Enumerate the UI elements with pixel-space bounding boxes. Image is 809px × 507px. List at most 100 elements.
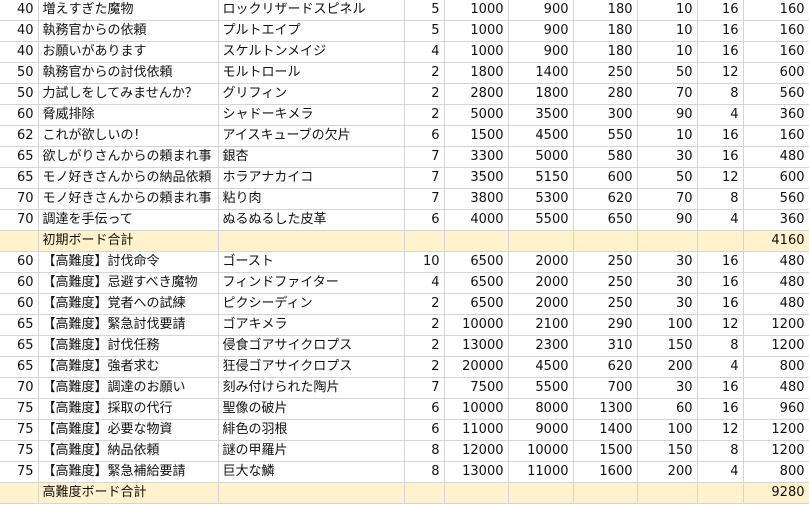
cell-exp[interactable]: 2000 — [508, 272, 574, 294]
empty-cell[interactable] — [508, 230, 574, 252]
cell-gold[interactable]: 3500 — [444, 167, 509, 189]
cell-exp[interactable]: 8000 — [508, 398, 574, 420]
empty-cell[interactable] — [697, 230, 744, 252]
cell-bp-count[interactable]: 16 — [697, 20, 744, 42]
cell-level[interactable]: 65 — [0, 335, 39, 357]
cell-quest-name[interactable]: 執務官からの依頼 — [38, 20, 219, 42]
cell-quest-name[interactable]: 【高難度】忌避すべき魔物 — [38, 272, 219, 294]
cell-count[interactable]: 6 — [404, 209, 445, 231]
cell-bp-count[interactable]: 8 — [697, 440, 744, 462]
empty-cell[interactable] — [404, 482, 445, 504]
cell-bp-total[interactable]: 480 — [743, 272, 809, 294]
cell-bp-count[interactable]: 16 — [697, 41, 744, 63]
cell-level[interactable]: 75 — [0, 461, 39, 483]
cell-bp-count[interactable]: 16 — [697, 293, 744, 315]
cell-count[interactable]: 2 — [404, 314, 445, 336]
cell-quest-name[interactable]: 欲しがりさんからの頼まれ事 — [38, 146, 219, 168]
cell-bp[interactable]: 30 — [637, 377, 698, 399]
cell-quest-name[interactable]: 調達を手伝って — [38, 209, 219, 231]
cell-target[interactable]: フィンドファイター — [218, 272, 405, 294]
cell-rim[interactable]: 250 — [573, 272, 638, 294]
cell-count[interactable]: 2 — [404, 62, 445, 84]
cell-exp[interactable]: 900 — [508, 0, 574, 21]
cell-gold[interactable]: 2800 — [444, 83, 509, 105]
cell-exp[interactable]: 9000 — [508, 419, 574, 441]
cell-gold[interactable]: 1000 — [444, 0, 509, 21]
cell-level[interactable]: 50 — [0, 83, 39, 105]
cell-bp[interactable]: 10 — [637, 20, 698, 42]
cell-gold[interactable]: 12000 — [444, 440, 509, 462]
cell-exp[interactable]: 5500 — [508, 377, 574, 399]
empty-cell[interactable] — [444, 482, 509, 504]
cell-target[interactable]: ゴースト — [218, 251, 405, 273]
cell-bp[interactable]: 100 — [637, 419, 698, 441]
cell-target[interactable]: ぬるぬるした皮革 — [218, 209, 405, 231]
cell-target[interactable]: アイスキューブの欠片 — [218, 125, 405, 147]
cell-target[interactable]: 聖像の破片 — [218, 398, 405, 420]
total-value[interactable]: 9280 — [743, 482, 809, 504]
cell-rim[interactable]: 620 — [573, 356, 638, 378]
cell-rim[interactable]: 1600 — [573, 461, 638, 483]
cell-bp-count[interactable]: 8 — [697, 83, 744, 105]
cell-count[interactable]: 5 — [404, 0, 445, 21]
cell-target[interactable]: 巨大な鱗 — [218, 461, 405, 483]
cell-exp[interactable]: 900 — [508, 20, 574, 42]
cell-count[interactable]: 2 — [404, 83, 445, 105]
cell-exp[interactable]: 5150 — [508, 167, 574, 189]
cell-exp[interactable]: 1800 — [508, 83, 574, 105]
cell-rim[interactable]: 280 — [573, 83, 638, 105]
cell-quest-name[interactable]: 【高難度】緊急補給要請 — [38, 461, 219, 483]
cell-bp-total[interactable]: 160 — [743, 125, 809, 147]
cell-bp-total[interactable]: 800 — [743, 356, 809, 378]
cell-rim[interactable]: 250 — [573, 293, 638, 315]
cell-bp-count[interactable]: 8 — [697, 335, 744, 357]
cell-gold[interactable]: 20000 — [444, 356, 509, 378]
cell-bp[interactable]: 200 — [637, 356, 698, 378]
cell-bp-count[interactable]: 12 — [697, 419, 744, 441]
cell-level[interactable]: 62 — [0, 125, 39, 147]
cell-rim[interactable]: 180 — [573, 20, 638, 42]
total-label[interactable]: 初期ボード合計 — [38, 230, 219, 252]
cell-bp-count[interactable]: 4 — [697, 104, 744, 126]
cell-bp-count[interactable]: 16 — [697, 251, 744, 273]
cell-rim[interactable]: 180 — [573, 41, 638, 63]
cell-exp[interactable]: 10000 — [508, 440, 574, 462]
cell-level[interactable]: 65 — [0, 356, 39, 378]
cell-gold[interactable]: 13000 — [444, 335, 509, 357]
cell-target[interactable]: グリフィン — [218, 83, 405, 105]
cell-target[interactable]: 侵食ゴアサイクロプス — [218, 335, 405, 357]
cell-gold[interactable]: 1500 — [444, 125, 509, 147]
cell-quest-name[interactable]: 執務官からの討伐依頼 — [38, 62, 219, 84]
cell-gold[interactable]: 1800 — [444, 62, 509, 84]
cell-target[interactable]: ピクシーディン — [218, 293, 405, 315]
cell-bp[interactable]: 90 — [637, 104, 698, 126]
cell-gold[interactable]: 6500 — [444, 293, 509, 315]
cell-rim[interactable]: 250 — [573, 251, 638, 273]
cell-bp-count[interactable]: 16 — [697, 0, 744, 21]
cell-level[interactable]: 60 — [0, 293, 39, 315]
cell-bp-total[interactable]: 1200 — [743, 419, 809, 441]
cell-bp[interactable]: 150 — [637, 335, 698, 357]
cell-bp-total[interactable]: 360 — [743, 209, 809, 231]
cell-bp[interactable]: 30 — [637, 272, 698, 294]
cell-level[interactable]: 65 — [0, 146, 39, 168]
cell-bp-count[interactable]: 4 — [697, 356, 744, 378]
cell-bp[interactable]: 30 — [637, 251, 698, 273]
cell-count[interactable]: 4 — [404, 272, 445, 294]
empty-cell[interactable] — [404, 230, 445, 252]
cell-bp[interactable]: 90 — [637, 209, 698, 231]
cell-count[interactable]: 5 — [404, 20, 445, 42]
cell-bp-total[interactable]: 960 — [743, 398, 809, 420]
cell-bp-total[interactable]: 560 — [743, 83, 809, 105]
cell-bp[interactable]: 10 — [637, 0, 698, 21]
cell-bp-total[interactable]: 1200 — [743, 314, 809, 336]
cell-rim[interactable]: 550 — [573, 125, 638, 147]
cell-quest-name[interactable]: 【高難度】納品依頼 — [38, 440, 219, 462]
cell-gold[interactable]: 3800 — [444, 188, 509, 210]
cell-bp[interactable]: 70 — [637, 83, 698, 105]
cell-count[interactable]: 2 — [404, 104, 445, 126]
cell-bp-total[interactable]: 600 — [743, 62, 809, 84]
cell-bp[interactable]: 10 — [637, 41, 698, 63]
cell-quest-name[interactable]: 【高難度】強者求む — [38, 356, 219, 378]
empty-cell[interactable] — [218, 230, 405, 252]
